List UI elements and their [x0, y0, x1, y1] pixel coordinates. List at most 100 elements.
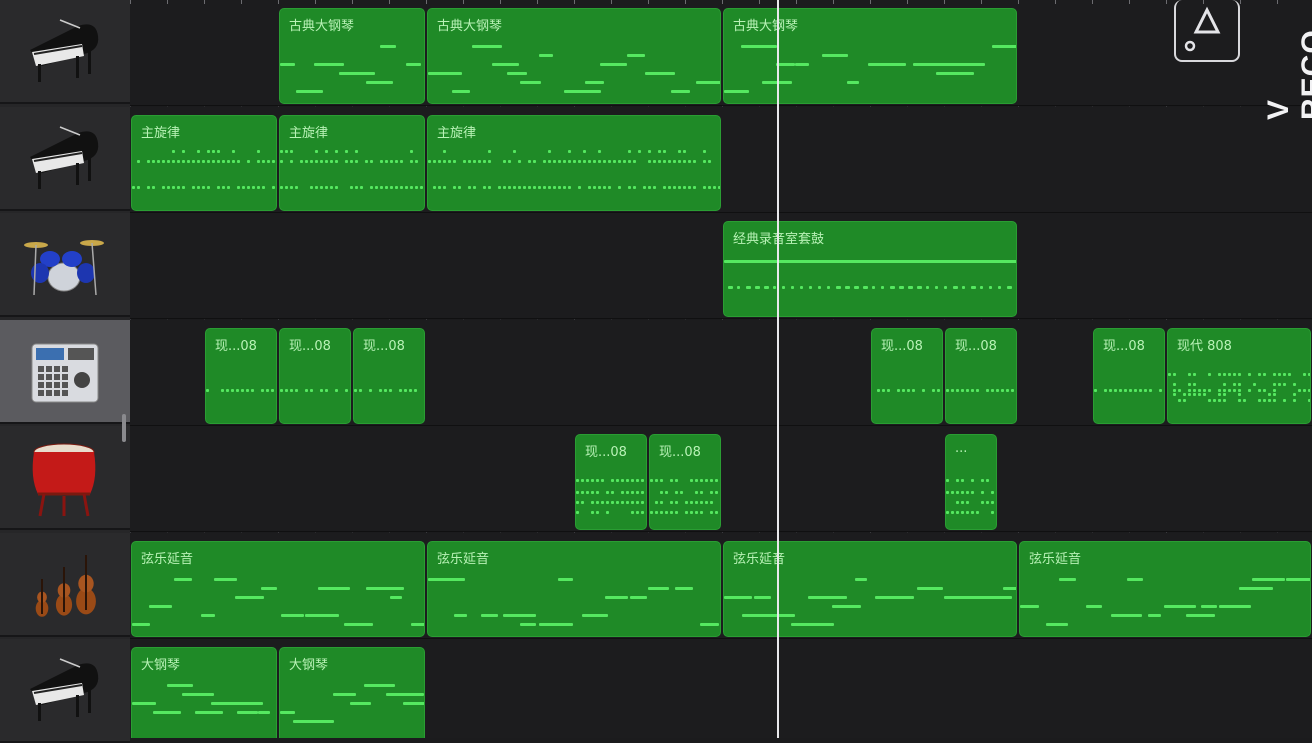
- note: [605, 596, 628, 599]
- note: [1124, 389, 1127, 392]
- region[interactable]: 现...08: [353, 328, 425, 424]
- note: [998, 286, 1001, 289]
- note: [335, 150, 338, 153]
- region[interactable]: 弦乐延音: [131, 541, 425, 637]
- note: [1183, 393, 1186, 396]
- note: [1173, 373, 1176, 376]
- track-header-strings[interactable]: [0, 533, 130, 637]
- note: [370, 160, 373, 163]
- note: [266, 389, 269, 392]
- note: [981, 491, 984, 494]
- track-lane[interactable]: [130, 213, 1312, 319]
- region[interactable]: 现...08: [945, 328, 1017, 424]
- region[interactable]: 现...08: [1093, 328, 1165, 424]
- region[interactable]: 主旋律: [279, 115, 425, 211]
- note: [197, 150, 200, 153]
- note: [663, 160, 666, 163]
- region[interactable]: 现代 808: [1167, 328, 1311, 424]
- note: [320, 389, 323, 392]
- note: [944, 286, 947, 289]
- note: [650, 479, 653, 482]
- region[interactable]: 古典大钢琴: [279, 8, 425, 104]
- note: [539, 623, 573, 626]
- region[interactable]: 主旋律: [427, 115, 721, 211]
- note: [370, 186, 373, 189]
- header-resize-handle[interactable]: [122, 414, 126, 442]
- note: [951, 491, 954, 494]
- note: [695, 491, 698, 494]
- note: [588, 160, 591, 163]
- note: [1308, 389, 1310, 392]
- region[interactable]: ...: [945, 434, 997, 530]
- note: [553, 186, 556, 189]
- region[interactable]: 大钢琴: [279, 647, 425, 738]
- note: [400, 160, 403, 163]
- region[interactable]: 弦乐延音: [1019, 541, 1311, 637]
- note: [683, 186, 686, 189]
- note: [907, 389, 910, 392]
- region[interactable]: 现...08: [279, 328, 351, 424]
- note: [611, 491, 614, 494]
- note: [1273, 383, 1276, 386]
- region[interactable]: 古典大钢琴: [723, 8, 1017, 104]
- ruler-tick: [241, 0, 242, 4]
- note: [583, 160, 586, 163]
- note: [443, 150, 446, 153]
- ruler-tick: [204, 0, 205, 4]
- note: [1223, 383, 1226, 386]
- note: [192, 160, 195, 163]
- region[interactable]: 弦乐延音: [427, 541, 721, 637]
- grand-piano-icon: [30, 658, 99, 721]
- note: [1203, 389, 1206, 392]
- track-lane[interactable]: [130, 426, 1312, 532]
- track-header-grand-piano[interactable]: [0, 0, 130, 104]
- playhead[interactable]: [777, 0, 779, 738]
- note: [683, 150, 686, 153]
- note: [724, 596, 752, 599]
- region[interactable]: 古典大钢琴: [427, 8, 721, 104]
- region[interactable]: 经典录音室套鼓: [723, 221, 1017, 317]
- note: [631, 511, 634, 514]
- note: [598, 150, 601, 153]
- region[interactable]: 大钢琴: [131, 647, 277, 738]
- note: [606, 501, 609, 504]
- note: [355, 160, 358, 163]
- note: [365, 160, 368, 163]
- track-header-drum-kit[interactable]: [0, 213, 130, 317]
- track-header-grand-piano[interactable]: [0, 107, 130, 211]
- note: [290, 150, 293, 153]
- track-header-beat-sequencer[interactable]: [0, 320, 130, 424]
- note: [588, 186, 591, 189]
- note: [414, 389, 417, 392]
- region[interactable]: 主旋律: [131, 115, 277, 211]
- note: [406, 63, 421, 66]
- record-overlay-text: V RECO: [1262, 29, 1312, 120]
- region[interactable]: 现...08: [205, 328, 277, 424]
- region[interactable]: 现...08: [575, 434, 647, 530]
- note: [182, 150, 185, 153]
- region[interactable]: 现...08: [871, 328, 943, 424]
- region[interactable]: 弦乐延音: [723, 541, 1017, 637]
- note: [251, 389, 254, 392]
- note: [333, 693, 356, 696]
- note: [1243, 399, 1246, 402]
- track-header-grand-piano[interactable]: [0, 639, 130, 743]
- note: [782, 286, 785, 289]
- note: [366, 81, 393, 84]
- note: [1213, 399, 1216, 402]
- note: [890, 286, 895, 289]
- region[interactable]: 现...08: [649, 434, 721, 530]
- track-header-chinese-drum[interactable]: [0, 426, 130, 530]
- note: [246, 389, 249, 392]
- note: [627, 54, 645, 57]
- region-title: 弦乐延音: [437, 552, 490, 567]
- region-title: 主旋律: [141, 126, 181, 141]
- note: [1104, 389, 1107, 392]
- note: [1188, 393, 1191, 396]
- note: [583, 150, 586, 153]
- timeline-area[interactable]: 古典大钢琴 古典大钢琴 古典大钢琴主旋律 主旋律 主旋律经典录音室套鼓现...08 现..…: [130, 0, 1312, 738]
- note: [710, 501, 713, 504]
- record-button[interactable]: [1174, 0, 1240, 62]
- note: [1272, 578, 1284, 581]
- note: [1173, 393, 1176, 396]
